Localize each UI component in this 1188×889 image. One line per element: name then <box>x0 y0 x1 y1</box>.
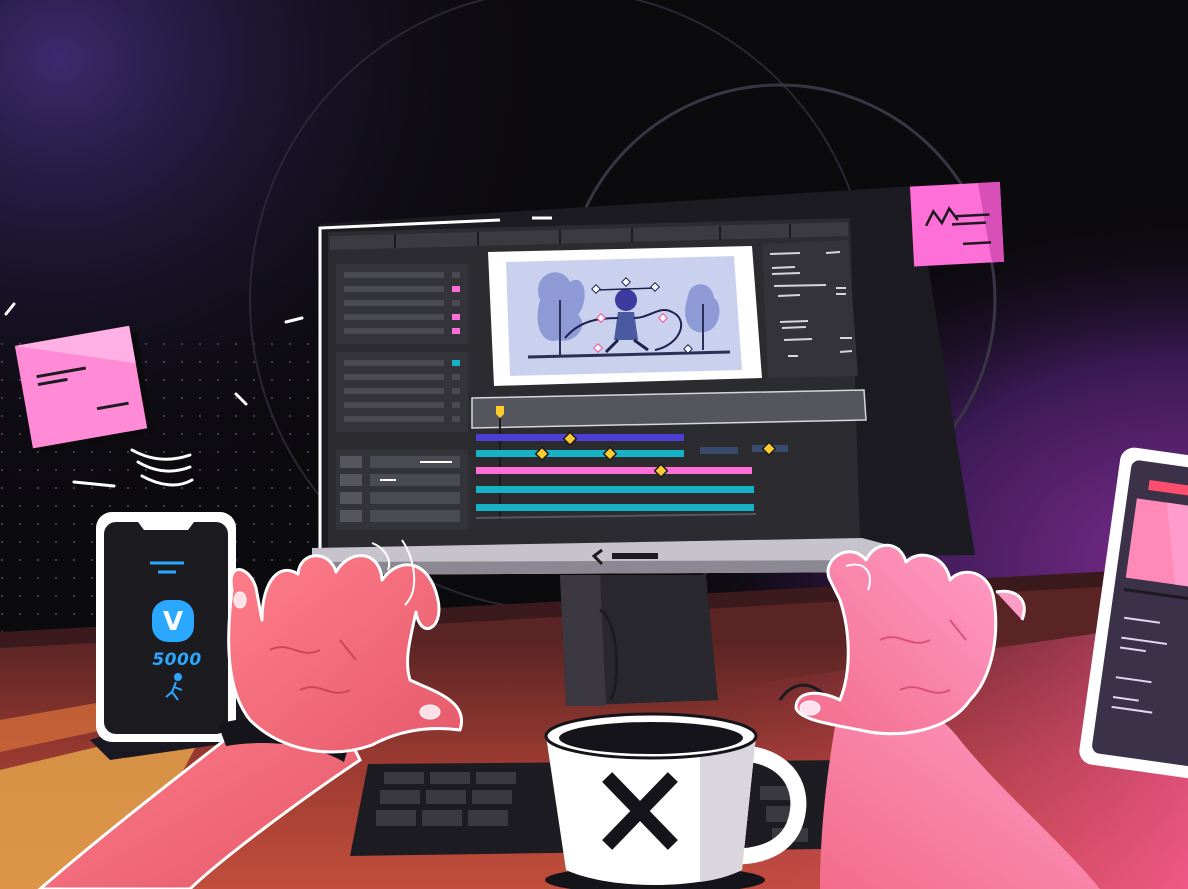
monitor-stand-shadow <box>560 575 606 706</box>
phone-step-count: 5000 <box>152 650 202 670</box>
illustration: V <box>0 0 1188 889</box>
scene: V 5000 <box>0 0 1188 889</box>
sticky-note-right <box>909 181 1005 267</box>
phone-logo-letter: V <box>163 607 183 637</box>
sticky-note-left <box>14 325 155 454</box>
properties-panel <box>762 240 858 378</box>
